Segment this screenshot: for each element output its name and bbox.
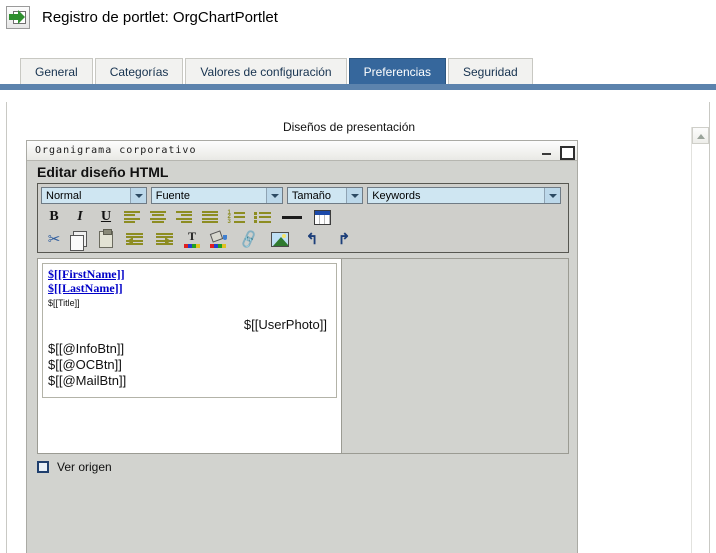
align-center-button[interactable]: [145, 206, 171, 228]
vertical-scrollbar[interactable]: [691, 127, 709, 553]
indent-button[interactable]: [149, 228, 179, 250]
tabstrip: General Categorías Valores de configurac…: [0, 58, 535, 84]
panel-heading: Diseños de presentación: [282, 120, 416, 134]
table-icon: [313, 209, 331, 225]
align-left-icon: [124, 210, 140, 224]
tabstrip-underline: [0, 84, 716, 90]
text-color-icon: T: [184, 230, 200, 248]
editor-window: Organigrama corporativo Editar diseño HT…: [26, 140, 578, 553]
tab-valores-de-configuracion[interactable]: Valores de configuración: [185, 58, 347, 84]
tab-seguridad[interactable]: Seguridad: [447, 58, 533, 84]
editor-canvas-filler: [342, 259, 568, 453]
keywords-value: Keywords: [372, 189, 421, 202]
undo-button[interactable]: ↰: [293, 228, 331, 250]
font-family-select[interactable]: Fuente: [150, 187, 283, 204]
tab-categorias[interactable]: Categorías: [94, 58, 184, 84]
tab-preferencias[interactable]: Preferencias: [348, 58, 446, 84]
align-center-icon: [150, 210, 166, 224]
editor-canvas-wrapper: $[[FirstName]] $[[LastName]] $[[Title]] …: [37, 258, 569, 454]
tabstrip-container: General Categorías Valores de configurac…: [0, 56, 716, 90]
insert-link-button[interactable]: 🔗: [231, 228, 267, 250]
editor-window-titlebar: Organigrama corporativo: [27, 141, 577, 161]
background-color-button[interactable]: [205, 228, 231, 250]
cut-button[interactable]: ✂: [41, 228, 67, 250]
maximize-icon[interactable]: [558, 144, 575, 160]
portlet-register-icon: [6, 6, 30, 29]
paragraph-style-select[interactable]: Normal: [41, 187, 147, 204]
edit-html-heading: Editar diseño HTML: [37, 164, 169, 180]
horizontal-rule-icon: [282, 215, 302, 219]
bold-icon: B: [49, 209, 59, 224]
ocbtn-token[interactable]: $[[@OCBtn]]: [48, 357, 331, 373]
portlet-register-icon-arrow: [9, 10, 25, 24]
image-icon: [271, 231, 289, 247]
paste-button[interactable]: [93, 228, 119, 250]
page-title: Registro de portlet: OrgChartPortlet: [42, 8, 278, 26]
text-color-button[interactable]: T: [179, 228, 205, 250]
editor-window-body: Editar diseño HTML Normal Fuente Tamaño: [27, 161, 577, 476]
align-justify-icon: [202, 210, 218, 224]
view-source-label: Ver origen: [57, 460, 112, 474]
fill-color-icon: [209, 229, 227, 248]
paragraph-style-value: Normal: [46, 189, 82, 202]
template-layout-table[interactable]: $[[FirstName]] $[[LastName]] $[[Title]] …: [42, 263, 337, 398]
chevron-down-icon[interactable]: [346, 188, 363, 203]
italic-icon: I: [77, 209, 83, 224]
toolbar-clipboard-row: ✂ T 🔗 ↰ ↱: [41, 228, 565, 251]
html-edit-canvas[interactable]: $[[FirstName]] $[[LastName]] $[[Title]] …: [38, 259, 342, 453]
toolbar-combo-row: Normal Fuente Tamaño Keywords: [41, 187, 565, 204]
chevron-down-icon[interactable]: [129, 188, 146, 203]
editor-window-title: Organigrama corporativo: [35, 145, 197, 156]
lastname-token[interactable]: $[[LastName]]: [48, 281, 331, 295]
page-header: Registro de portlet: OrgChartPortlet: [0, 0, 716, 34]
numbered-list-icon: 123: [228, 210, 245, 225]
title-token[interactable]: $[[Title]]: [48, 298, 331, 308]
align-right-button[interactable]: [171, 206, 197, 228]
firstname-token[interactable]: $[[FirstName]]: [48, 267, 331, 281]
align-left-button[interactable]: [119, 206, 145, 228]
insert-table-button[interactable]: [309, 206, 335, 228]
font-family-value: Fuente: [155, 189, 190, 202]
infobtn-token[interactable]: $[[@InfoBtn]]: [48, 341, 331, 357]
view-source-checkbox[interactable]: [37, 461, 49, 473]
chevron-down-icon[interactable]: [265, 188, 282, 203]
font-size-select[interactable]: Tamaño: [286, 187, 364, 204]
underline-icon: U: [100, 209, 112, 224]
copy-pages-icon: [70, 231, 87, 251]
chevron-down-icon[interactable]: [544, 188, 560, 203]
insert-image-button[interactable]: [267, 228, 293, 250]
scroll-up-arrow-icon[interactable]: [692, 127, 709, 144]
mailbtn-token[interactable]: $[[@MailBtn]]: [48, 373, 331, 389]
ordered-list-button[interactable]: 123: [223, 206, 249, 228]
unordered-list-button[interactable]: [249, 206, 275, 228]
keywords-select[interactable]: Keywords: [367, 187, 561, 204]
clipboard-icon: [99, 228, 113, 248]
align-right-icon: [176, 210, 192, 224]
minimize-icon[interactable]: [539, 144, 554, 158]
bold-button[interactable]: B: [41, 206, 67, 228]
italic-button[interactable]: I: [67, 206, 93, 228]
scissors-icon: ✂: [47, 230, 61, 248]
rich-text-toolbar: Normal Fuente Tamaño Keywords B I U 1 2 …: [37, 183, 569, 253]
redo-button[interactable]: ↱: [331, 228, 357, 250]
view-source-row: Ver origen: [37, 458, 569, 476]
font-size-value: Tamaño: [291, 189, 331, 202]
redo-icon: ↱: [337, 230, 351, 248]
horizontal-rule-button[interactable]: [275, 206, 309, 228]
tab-general[interactable]: General: [20, 58, 93, 84]
content-panel: Diseños de presentación Organigrama corp…: [6, 102, 710, 553]
link-icon: 🔗: [237, 228, 260, 250]
undo-icon: ↰: [305, 230, 319, 248]
underline-button[interactable]: U: [93, 206, 119, 228]
indent-icon: [155, 232, 173, 246]
align-justify-button[interactable]: [197, 206, 223, 228]
bullet-list-icon: [253, 211, 271, 224]
outdent-button[interactable]: [119, 228, 149, 250]
outdent-icon: [125, 232, 143, 246]
scroll-up-caret-icon: [697, 134, 705, 139]
toolbar-format-row: B I U 1 2 3: [41, 206, 565, 228]
button-token-block: $[[@InfoBtn]] $[[@OCBtn]] $[[@MailBtn]]: [48, 341, 331, 389]
userphoto-token[interactable]: $[[UserPhoto]]: [48, 317, 331, 332]
copy-button[interactable]: [67, 228, 93, 251]
